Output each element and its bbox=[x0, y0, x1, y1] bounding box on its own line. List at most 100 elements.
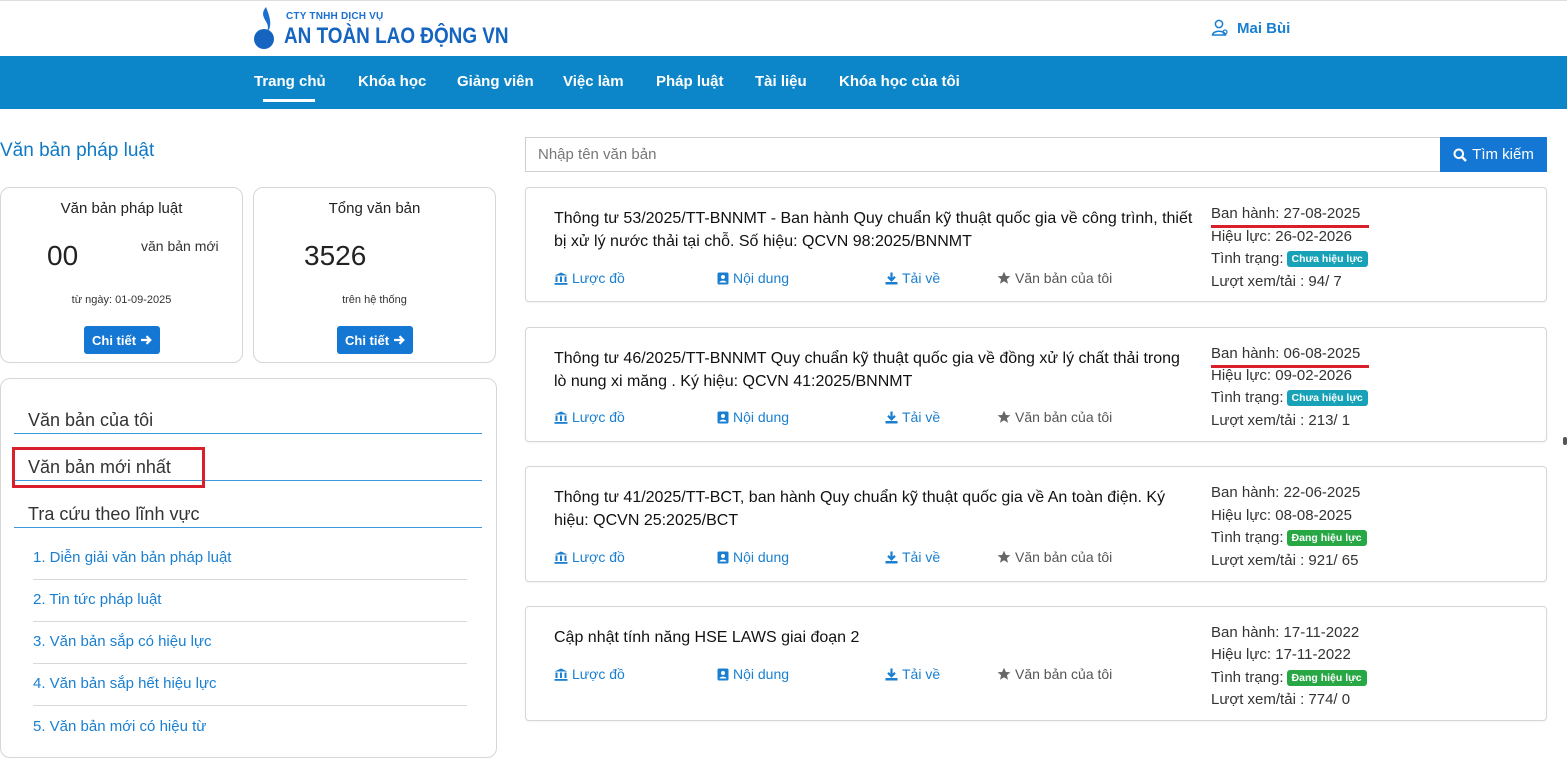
download-link[interactable]: Tải về bbox=[885, 409, 940, 425]
download-label: Tải về bbox=[902, 409, 941, 425]
diagram-label: Lược đồ bbox=[572, 549, 625, 565]
my-docs-link[interactable]: Văn bản của tôi bbox=[997, 409, 1112, 425]
nav-home[interactable]: Trang chủ bbox=[254, 73, 326, 90]
status-row: Tình trạng: Chưa hiệu lực bbox=[1211, 250, 1368, 267]
sidebar-item-newly-effective[interactable]: 5. Văn bản mới có hiệu từ bbox=[33, 718, 206, 735]
views-count: Lượt xem/tải : 774/ 0 bbox=[1211, 691, 1351, 708]
sidebar-heading-my-docs[interactable]: Văn bản của tôi bbox=[28, 410, 153, 431]
my-docs-link[interactable]: Văn bản của tôi bbox=[997, 666, 1112, 682]
views-count: Lượt xem/tải : 921/ 65 bbox=[1211, 552, 1359, 569]
content-label: Nội dung bbox=[733, 270, 790, 286]
diagram-label: Lược đồ bbox=[572, 409, 625, 425]
stat-number: 00 bbox=[47, 240, 79, 271]
detail-button-label: Chi tiết bbox=[92, 332, 137, 348]
content-link[interactable]: Nội dung bbox=[717, 409, 789, 425]
download-icon bbox=[885, 272, 898, 284]
detail-button-label: Chi tiết bbox=[345, 332, 390, 348]
highlight-annotation-underline bbox=[1211, 225, 1369, 228]
effective-date: Hiệu lực: 26-02-2026 bbox=[1211, 228, 1352, 245]
content-link[interactable]: Nội dung bbox=[717, 549, 789, 565]
nav-documents[interactable]: Tài liệu bbox=[755, 73, 807, 90]
detail-button[interactable]: Chi tiết bbox=[337, 326, 414, 354]
effective-date: Hiệu lực: 08-08-2025 bbox=[1211, 507, 1352, 524]
diagram-link[interactable]: Lược đồ bbox=[554, 270, 625, 286]
user-menu[interactable]: Mai Bùi bbox=[1211, 17, 1290, 39]
effective-date: Hiệu lực: 17-11-2022 bbox=[1211, 646, 1351, 663]
content-label: Nội dung bbox=[733, 666, 790, 682]
sidebar-item-upcoming-effective[interactable]: 3. Văn bản sắp có hiệu lực bbox=[33, 633, 212, 650]
sidebar-item-legal-explanation[interactable]: 1. Diễn giải văn bản pháp luật bbox=[33, 549, 231, 566]
status-row: Tình trạng: Đang hiệu lực bbox=[1211, 529, 1367, 546]
diagram-label: Lược đồ bbox=[572, 666, 625, 682]
content-link[interactable]: Nội dung bbox=[717, 666, 789, 682]
sidebar bbox=[0, 378, 497, 758]
my-docs-link[interactable]: Văn bản của tôi bbox=[997, 549, 1112, 565]
contact-card-icon bbox=[717, 668, 729, 680]
detail-button[interactable]: Chi tiết bbox=[84, 326, 161, 354]
nav-instructors[interactable]: Giảng viên bbox=[457, 73, 534, 90]
download-link[interactable]: Tải về bbox=[885, 270, 940, 286]
document-title[interactable]: Thông tư 53/2025/TT-BNNMT - Ban hành Quy… bbox=[554, 207, 1194, 253]
issued-date: Ban hành: 17-11-2022 bbox=[1211, 624, 1360, 641]
effective-date: Hiệu lực: 09-02-2026 bbox=[1211, 367, 1352, 384]
download-link[interactable]: Tải về bbox=[885, 666, 940, 682]
nav-jobs[interactable]: Việc làm bbox=[563, 73, 624, 90]
document-card: Thông tư 53/2025/TT-BNNMT - Ban hành Quy… bbox=[525, 187, 1547, 302]
star-icon bbox=[997, 667, 1011, 680]
scrollbar-thumb[interactable] bbox=[1563, 437, 1567, 445]
download-icon bbox=[885, 411, 898, 423]
document-title[interactable]: Cập nhật tính năng HSE LAWS giai đoạn 2 bbox=[554, 626, 1194, 649]
download-link[interactable]: Tải về bbox=[885, 549, 940, 565]
stat-number: 3526 bbox=[304, 240, 367, 271]
diagram-link[interactable]: Lược đồ bbox=[554, 409, 625, 425]
my-docs-link[interactable]: Văn bản của tôi bbox=[997, 270, 1112, 286]
status-badge: Chưa hiệu lực bbox=[1286, 390, 1368, 406]
download-icon bbox=[885, 551, 898, 563]
bank-icon bbox=[554, 668, 568, 681]
nav-courses[interactable]: Khóa học bbox=[358, 73, 426, 90]
my-docs-label: Văn bản của tôi bbox=[1015, 549, 1113, 565]
company-logo[interactable]: CTY TNHH DỊCH VỤ AN TOÀN LAO ĐỘNG VN bbox=[252, 5, 512, 53]
main-nav: Trang chủ Khóa học Giảng viên Việc làm P… bbox=[0, 56, 1567, 109]
sidebar-item-legal-news[interactable]: 2. Tin tức pháp luật bbox=[33, 591, 161, 608]
top-header: CTY TNHH DỊCH VỤ AN TOÀN LAO ĐỘNG VN Mai… bbox=[0, 0, 1567, 56]
divider bbox=[33, 579, 467, 580]
sidebar-item-upcoming-expiry[interactable]: 4. Văn bản sắp hết hiệu lực bbox=[33, 675, 217, 692]
status-label: Tình trạng: bbox=[1211, 250, 1284, 267]
diagram-link[interactable]: Lược đồ bbox=[554, 549, 625, 565]
status-badge: Chưa hiệu lực bbox=[1286, 251, 1368, 267]
bank-icon bbox=[554, 551, 568, 564]
document-card: Thông tư 41/2025/TT-BCT, ban hành Quy ch… bbox=[525, 466, 1547, 582]
nav-my-courses[interactable]: Khóa học của tôi bbox=[839, 73, 960, 90]
nav-active-indicator bbox=[263, 99, 315, 102]
search-icon bbox=[1453, 148, 1468, 162]
logo-icon bbox=[254, 7, 274, 49]
user-icon bbox=[1211, 19, 1228, 36]
download-label: Tải về bbox=[902, 270, 941, 286]
search-button[interactable]: Tìm kiếm bbox=[1440, 137, 1547, 172]
divider bbox=[33, 621, 467, 622]
sidebar-heading-lookup-by-field[interactable]: Tra cứu theo lĩnh vực bbox=[28, 504, 200, 525]
document-title[interactable]: Thông tư 46/2025/TT-BNNMT Quy chuẩn kỹ t… bbox=[554, 347, 1194, 393]
content-link[interactable]: Nội dung bbox=[717, 270, 789, 286]
my-docs-label: Văn bản của tôi bbox=[1015, 270, 1113, 286]
diagram-link[interactable]: Lược đồ bbox=[554, 666, 625, 682]
issued-date: Ban hành: 06-08-2025 bbox=[1211, 345, 1361, 362]
document-title[interactable]: Thông tư 41/2025/TT-BCT, ban hành Quy ch… bbox=[554, 486, 1194, 532]
nav-law[interactable]: Pháp luật bbox=[656, 73, 724, 90]
stat-note: từ ngày: 01-09-2025 bbox=[71, 294, 172, 306]
stat-card-new-docs: Văn bản pháp luật 00 văn bản mới từ ngày… bbox=[0, 187, 243, 363]
star-icon bbox=[997, 410, 1011, 423]
contact-card-icon bbox=[717, 551, 729, 563]
divider bbox=[33, 663, 467, 664]
status-badge: Đang hiệu lực bbox=[1286, 670, 1367, 686]
search-input[interactable] bbox=[525, 137, 1441, 172]
download-label: Tải về bbox=[902, 666, 941, 682]
stat-title: Văn bản pháp luật bbox=[60, 200, 183, 217]
bank-icon bbox=[554, 411, 568, 424]
highlight-annotation-underline bbox=[1211, 365, 1369, 368]
divider bbox=[14, 433, 482, 434]
divider bbox=[14, 527, 482, 528]
document-card: Thông tư 46/2025/TT-BNNMT Quy chuẩn kỹ t… bbox=[525, 327, 1547, 442]
stat-card-total-docs: Tổng văn bản 3526 trên hệ thống Chi tiết bbox=[253, 187, 496, 363]
